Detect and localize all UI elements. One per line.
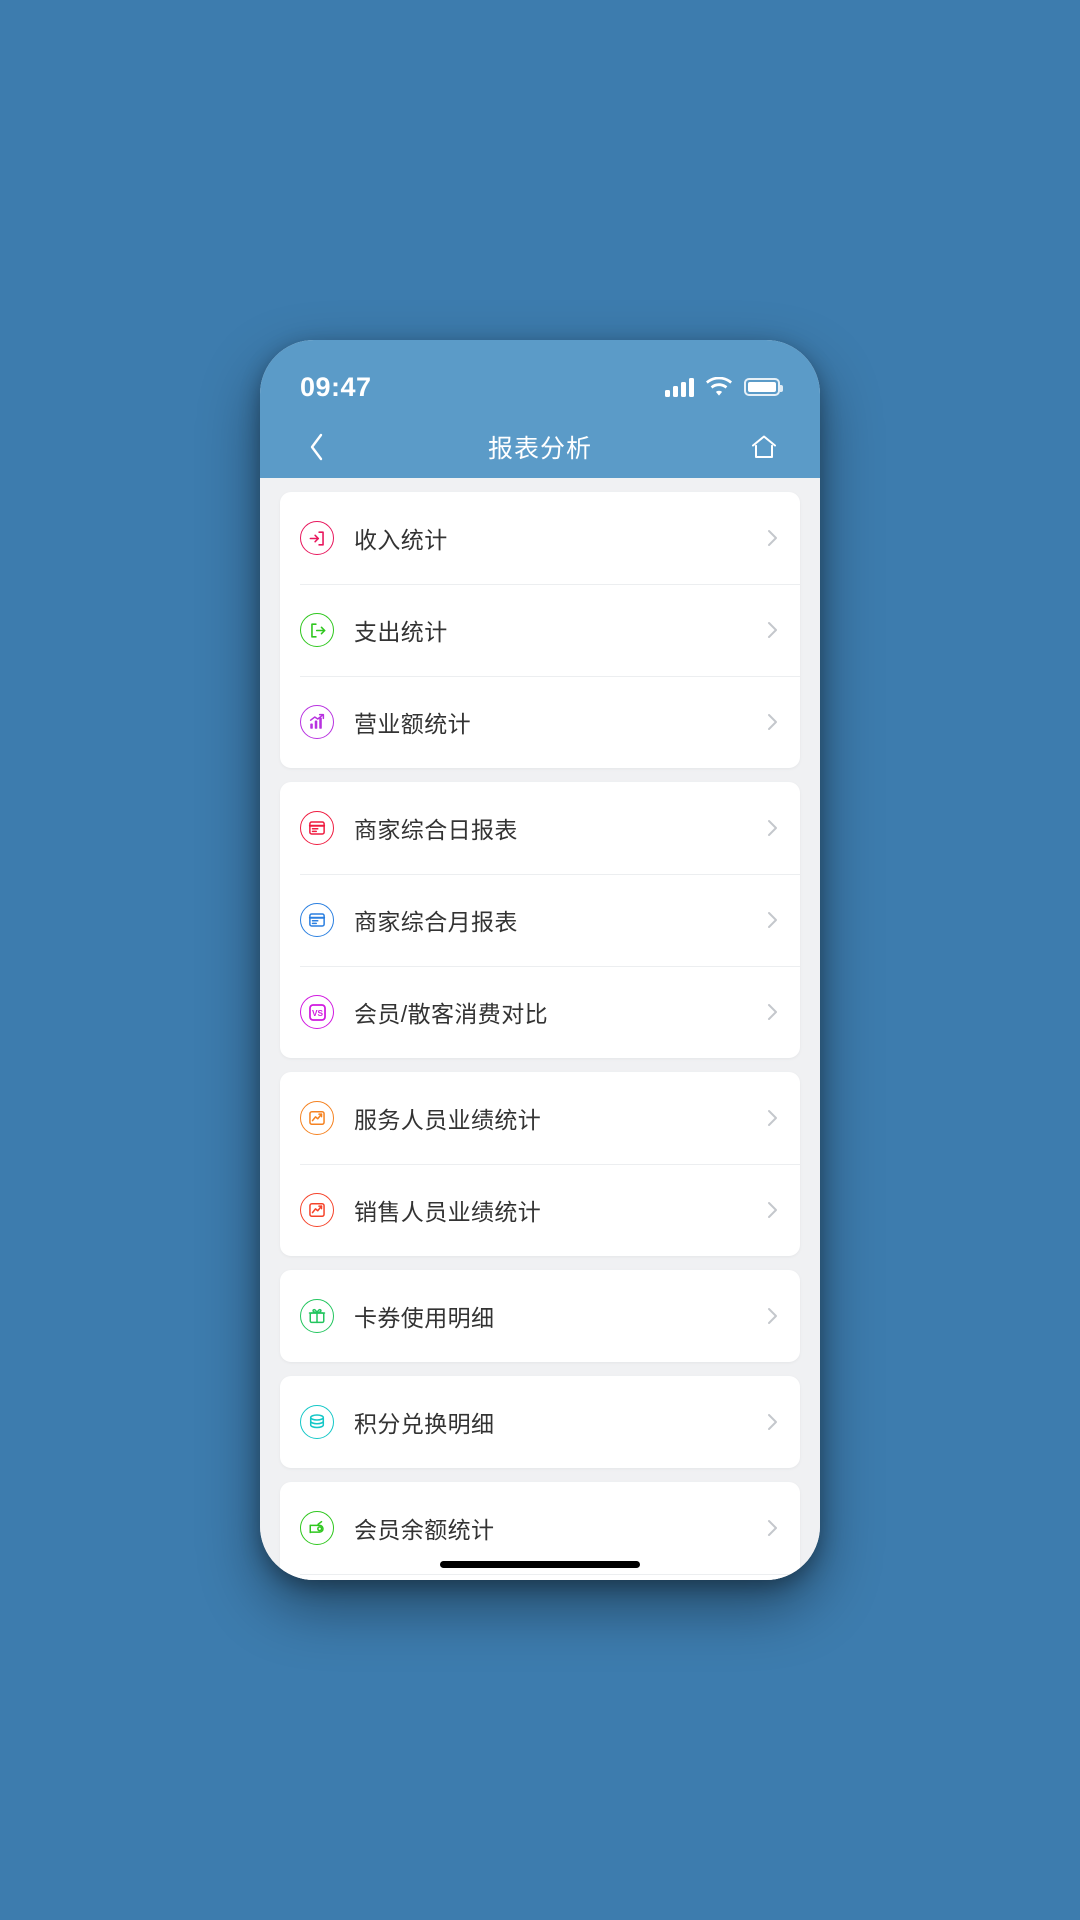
status-icons [665, 376, 783, 397]
report-list-item-label: 会员余额统计 [354, 1517, 495, 1543]
report-list-item-label: 卡券使用明细 [354, 1305, 495, 1331]
screen-background: 09:47 报表分析 收入统计 支出统计 营业额统计 商家综合日报表 商家综合月… [0, 0, 1080, 1920]
report-list-item-label: 会员/散客消费对比 [354, 1001, 548, 1027]
status-bar: 09:47 [260, 340, 820, 416]
report-list-item-label: 销售人员业绩统计 [354, 1199, 542, 1225]
chevron-right-icon [768, 820, 777, 836]
report-list-item[interactable]: 收入统计 [280, 492, 800, 584]
navigation-bar: 报表分析 [260, 416, 820, 478]
expense-arrow-out-icon [300, 613, 334, 647]
report-list-item-label: 支出统计 [354, 619, 448, 645]
chevron-right-icon [768, 1004, 777, 1020]
home-icon [751, 435, 776, 458]
report-list-item[interactable]: 会员余次统计 [280, 1574, 800, 1580]
chevron-right-icon [768, 1414, 777, 1430]
report-list-item[interactable]: 支出统计 [280, 584, 800, 676]
page-title: 报表分析 [487, 435, 592, 463]
report-list-item[interactable]: 商家综合日报表 [280, 782, 800, 874]
report-group-card: 收入统计支出统计营业额统计 [280, 492, 800, 768]
report-list[interactable]: 收入统计 支出统计 营业额统计 商家综合日报表 商家综合月报表 VS 会员/散客消费对比 服务… [260, 478, 820, 1580]
turnover-chart-icon [300, 705, 334, 739]
battery-full-icon [744, 378, 783, 396]
report-list-item[interactable]: 商家综合月报表 [280, 874, 800, 966]
svg-text:VS: VS [311, 1007, 323, 1017]
report-list-item[interactable]: 营业额统计 [280, 676, 800, 768]
chevron-right-icon [768, 912, 777, 928]
chevron-right-icon [768, 1110, 777, 1126]
report-group-card: 商家综合日报表 商家综合月报表 VS 会员/散客消费对比 [280, 782, 800, 1058]
monthly-report-icon [300, 903, 334, 937]
report-group-card: 服务人员业绩统计 销售人员业绩统计 [280, 1072, 800, 1256]
chevron-right-icon [768, 714, 777, 730]
report-list-item[interactable]: VS 会员/散客消费对比 [280, 966, 800, 1058]
report-list-item-label: 商家综合日报表 [354, 817, 518, 843]
report-list-item-label: 商家综合月报表 [354, 909, 518, 935]
service-performance-icon [300, 1101, 334, 1135]
report-list-item[interactable]: 销售人员业绩统计 [280, 1164, 800, 1256]
chevron-right-icon [768, 530, 777, 546]
sales-performance-icon [300, 1193, 334, 1227]
chevron-right-icon [768, 622, 777, 638]
versus-compare-icon: VS [300, 995, 334, 1029]
report-group-card: 卡券使用明细 [280, 1270, 800, 1362]
chevron-right-icon [768, 1520, 777, 1536]
income-arrow-in-icon [300, 521, 334, 555]
report-list-item[interactable]: 服务人员业绩统计 [280, 1072, 800, 1164]
report-group-card: 积分兑换明细 [280, 1376, 800, 1468]
wifi-icon [706, 376, 732, 397]
phone-frame: 09:47 报表分析 收入统计 支出统计 营业额统计 商家综合日报表 商家综合月… [260, 340, 820, 1580]
chevron-right-icon [768, 1308, 777, 1324]
report-list-item[interactable]: 卡券使用明细 [280, 1270, 800, 1362]
report-list-item-label: 积分兑换明细 [354, 1411, 495, 1437]
report-list-item-label: 营业额统计 [354, 711, 471, 737]
signal-bars-icon [665, 377, 694, 397]
back-button[interactable] [294, 425, 338, 469]
report-list-item-label: 收入统计 [354, 527, 448, 553]
daily-report-icon [300, 811, 334, 845]
home-button[interactable] [742, 425, 786, 469]
member-balance-wallet-icon [300, 1511, 334, 1545]
points-exchange-coins-icon [300, 1405, 334, 1439]
status-time: 09:47 [300, 371, 372, 402]
chevron-left-icon [310, 433, 322, 461]
home-indicator-bar [440, 1561, 640, 1568]
report-list-item[interactable]: 积分兑换明细 [280, 1376, 800, 1468]
coupon-gift-icon [300, 1299, 334, 1333]
report-list-item-label: 服务人员业绩统计 [354, 1107, 542, 1133]
chevron-right-icon [768, 1202, 777, 1218]
